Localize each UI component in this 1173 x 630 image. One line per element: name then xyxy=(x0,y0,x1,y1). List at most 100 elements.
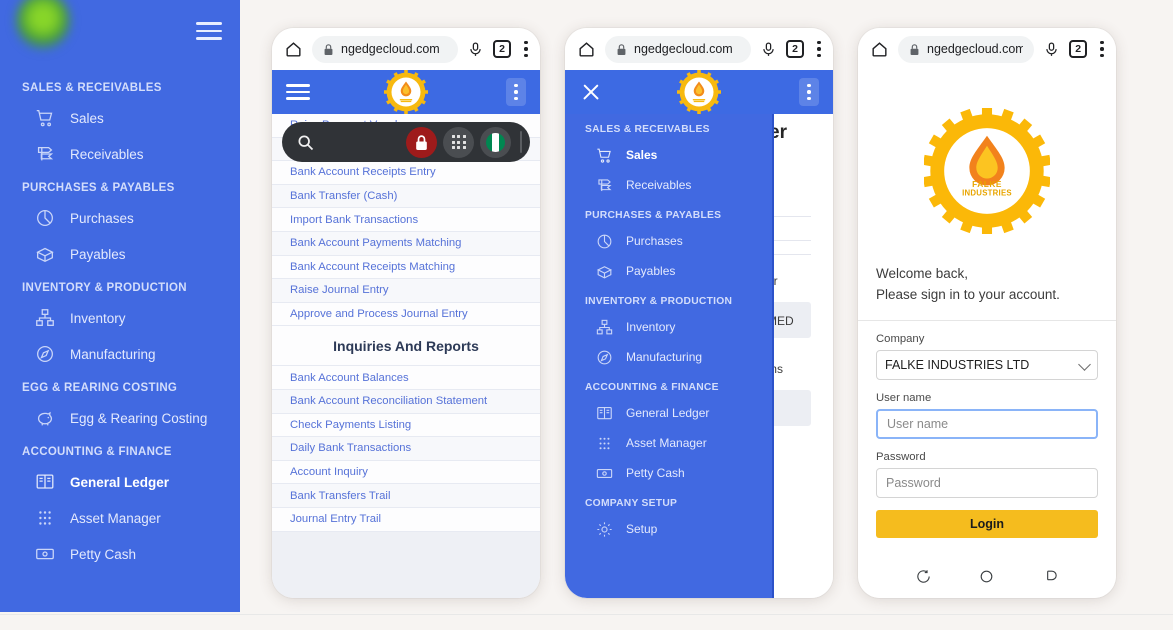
username-input[interactable] xyxy=(876,408,1098,439)
nigeria-flag-icon[interactable] xyxy=(480,126,511,158)
sidebar-item-payables[interactable]: Payables xyxy=(0,236,240,272)
drawer-item-label: Payables xyxy=(626,264,676,278)
drawer-item-label: Inventory xyxy=(626,320,676,334)
kebab-menu-icon[interactable] xyxy=(813,40,821,58)
url-bar[interactable]: ngedgecloud.com xyxy=(898,35,1035,63)
home-icon[interactable] xyxy=(870,40,889,59)
menu-list-item[interactable]: Bank Account Reconciliation Statement xyxy=(272,389,540,414)
login-page: FALKE INDUSTRIES Welcome back, Please si… xyxy=(858,70,1116,554)
microphone-icon[interactable] xyxy=(1043,40,1060,59)
password-label: Password xyxy=(876,450,926,463)
divider xyxy=(858,319,1116,321)
sidebar-item-egg-rearing-costing[interactable]: Egg & Rearing Costing xyxy=(0,400,240,436)
welcome-line-1: Welcome back, xyxy=(876,266,969,281)
kebab-menu-icon[interactable] xyxy=(799,78,819,106)
sidebar-item-general-ledger[interactable]: General Ledger xyxy=(0,464,240,500)
sidebar-item-manufacturing[interactable]: Manufacturing xyxy=(0,336,240,372)
drawer-item-manufacturing[interactable]: Manufacturing xyxy=(565,342,772,372)
open-box-icon xyxy=(595,262,614,281)
shopping-cart-icon xyxy=(595,146,614,165)
menu-section-heading: Inquiries And Reports xyxy=(272,326,540,367)
menu-list-item[interactable]: Approve and Process Journal Entry xyxy=(272,302,540,327)
drawer-group-label: SALES & RECEIVABLES xyxy=(585,124,710,135)
back-arrow-icon[interactable] xyxy=(915,568,932,585)
sidebar-group-label: PURCHASES & PAYABLES xyxy=(22,182,175,194)
drawer-group-label: ACCOUNTING & FINANCE xyxy=(585,382,719,393)
sidebar-hamburger-icon[interactable] xyxy=(196,22,222,40)
svg-text:FALKE: FALKE xyxy=(972,179,1002,189)
floating-assist-toolbar[interactable] xyxy=(282,122,530,162)
password-input[interactable] xyxy=(876,467,1098,498)
drawer-item-label: Manufacturing xyxy=(626,350,703,364)
menu-list-item[interactable]: Bank Transfers Trail xyxy=(272,484,540,508)
drawer-item-petty-cash[interactable]: Petty Cash xyxy=(565,458,772,488)
menu-list-item[interactable]: Bank Account Payments Matching xyxy=(272,231,540,256)
drawer-group-label: PURCHASES & PAYABLES xyxy=(585,210,722,221)
menu-list-item[interactable]: Account Inquiry xyxy=(272,460,540,485)
svg-text:INDUSTRIES: INDUSTRIES xyxy=(962,189,1012,198)
kebab-menu-icon[interactable] xyxy=(506,78,526,106)
url-text: ngedgecloud.com xyxy=(634,42,733,56)
drawer-item-receivables[interactable]: Receivables xyxy=(565,170,772,200)
drawer-item-payables[interactable]: Payables xyxy=(565,256,772,286)
ledger-menu-list: Raise Payment VoucherApprove/Code/Proces… xyxy=(272,114,540,532)
sidebar-item-inventory[interactable]: Inventory xyxy=(0,300,240,336)
home-icon[interactable] xyxy=(577,40,596,59)
padlock-icon[interactable] xyxy=(406,126,437,158)
recents-icon[interactable] xyxy=(1042,568,1059,585)
sidebar-item-purchases[interactable]: Purchases xyxy=(0,200,240,236)
tab-count-badge[interactable]: 2 xyxy=(1069,40,1087,58)
menu-list-item[interactable]: Raise Journal Entry xyxy=(272,279,540,303)
drawer-item-purchases[interactable]: Purchases xyxy=(565,226,772,256)
browser-chrome: ngedgecloud.com 2 xyxy=(272,28,540,70)
drawer-item-label: Asset Manager xyxy=(626,436,707,450)
drawer-item-general-ledger[interactable]: General Ledger xyxy=(565,398,772,428)
drawer-item-inventory[interactable]: Inventory xyxy=(565,312,772,342)
home-circle-icon[interactable] xyxy=(978,568,995,585)
shopping-cart-icon xyxy=(34,107,56,129)
piggy-bank-icon xyxy=(34,407,56,429)
company-logo-blurred-icon xyxy=(16,0,70,50)
url-bar[interactable]: ngedgecloud.com xyxy=(605,35,751,63)
menu-list-item[interactable]: Bank Account Receipts Matching xyxy=(272,255,540,280)
search-icon[interactable] xyxy=(290,127,320,157)
microphone-icon[interactable] xyxy=(467,40,484,59)
padlock-icon xyxy=(909,43,920,56)
drawer-item-sales[interactable]: Sales xyxy=(565,140,772,170)
menu-list-item[interactable]: Journal Entry Trail xyxy=(272,507,540,532)
drawer-item-setup[interactable]: Setup xyxy=(565,514,772,544)
menu-list-item[interactable]: Check Payments Listing xyxy=(272,413,540,438)
menu-list-item[interactable]: Bank Account Balances xyxy=(272,366,540,390)
sidebar-item-receivables[interactable]: Receivables xyxy=(0,136,240,172)
sidebar-item-sales[interactable]: Sales xyxy=(0,100,240,136)
microphone-icon[interactable] xyxy=(760,40,777,59)
menu-list-item[interactable]: Daily Bank Transactions xyxy=(272,437,540,461)
sidebar-group-label: INVENTORY & PRODUCTION xyxy=(22,282,187,294)
sidebar-nav: SALES & RECEIVABLES Sales Receivables PU… xyxy=(0,62,240,572)
menu-list-item[interactable]: Import Bank Transactions xyxy=(272,208,540,232)
apps-grid-icon[interactable] xyxy=(443,126,474,158)
url-bar[interactable]: ngedgecloud.com xyxy=(312,35,458,63)
menu-list-item[interactable]: Bank Transfer (Cash) xyxy=(272,184,540,209)
drawer-item-asset-manager[interactable]: Asset Manager xyxy=(565,428,772,458)
pie-chart-icon xyxy=(595,232,614,251)
toolbar-drag-handle[interactable] xyxy=(520,131,522,153)
menu-list-item[interactable]: Bank Account Receipts Entry xyxy=(272,161,540,185)
company-select[interactable]: FALKE INDUSTRIES LTD xyxy=(876,349,1098,380)
login-button[interactable]: Login xyxy=(876,509,1098,538)
home-icon[interactable] xyxy=(284,40,303,59)
close-x-icon[interactable] xyxy=(579,80,603,104)
tab-count-badge[interactable]: 2 xyxy=(493,40,511,58)
sidebar-item-asset-manager[interactable]: Asset Manager xyxy=(0,500,240,536)
kebab-menu-icon[interactable] xyxy=(1096,40,1104,58)
url-text: ngedgecloud.com xyxy=(927,42,1024,56)
sidebar-item-label: Inventory xyxy=(70,310,126,326)
tab-count-badge[interactable]: 2 xyxy=(786,40,804,58)
browser-chrome: ngedgecloud.com 2 xyxy=(565,28,833,70)
sidebar-item-label: Egg & Rearing Costing xyxy=(70,410,208,426)
ledger-book-icon xyxy=(34,471,56,493)
kebab-menu-icon[interactable] xyxy=(520,40,528,58)
padlock-icon xyxy=(323,43,334,56)
sidebar-item-petty-cash[interactable]: Petty Cash xyxy=(0,536,240,572)
hamburger-icon[interactable] xyxy=(286,84,310,100)
